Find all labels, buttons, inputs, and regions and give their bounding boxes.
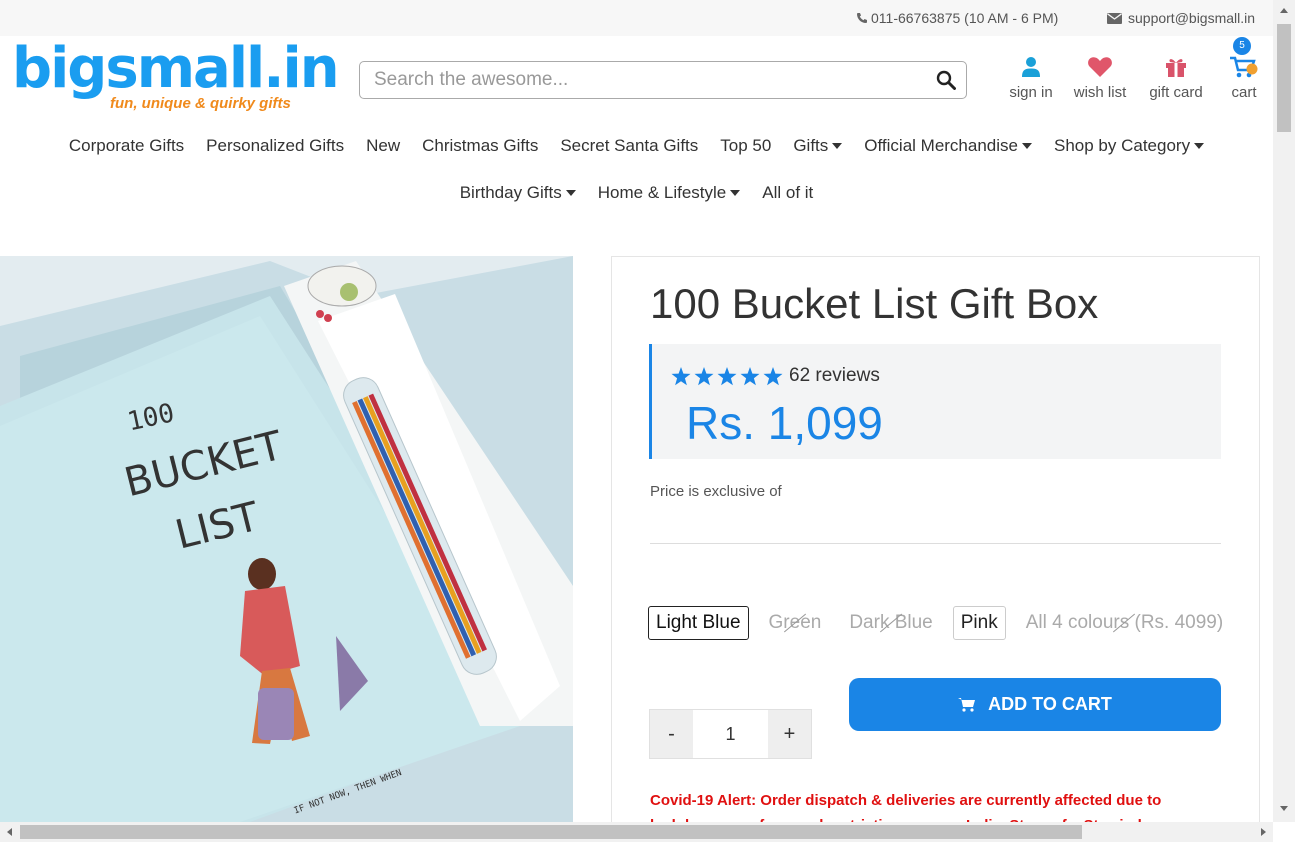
scroll-down-arrow-icon[interactable] — [1280, 806, 1288, 811]
caret-down-icon — [832, 143, 843, 149]
user-icon — [1022, 57, 1040, 77]
variant-option-light-blue[interactable]: Light Blue — [648, 606, 749, 640]
phone-text: 011-66763875 (10 AM - 6 PM) — [871, 10, 1059, 26]
caret-down-icon — [565, 190, 576, 196]
nav-item-official-merchandise[interactable]: Official Merchandise — [864, 136, 1032, 156]
variant-label: Pink — [960, 612, 998, 633]
add-to-cart-label: ADD TO CART — [988, 694, 1112, 714]
quantity-value[interactable]: 1 — [693, 710, 768, 758]
caret-down-icon — [1194, 143, 1205, 149]
nav-item-label: Top 50 — [720, 136, 772, 155]
search-input[interactable] — [374, 69, 926, 91]
variant-option-all-4-colours-rs-4099[interactable]: All 4 colours (Rs. 4099) — [1019, 607, 1230, 639]
caret-down-icon — [730, 190, 741, 196]
add-to-cart-button[interactable]: ADD TO CART — [849, 678, 1221, 731]
variant-option-green[interactable]: Green — [762, 607, 829, 639]
product-image[interactable]: 100 BUCKET LIST IF NOT NOW, THEN WHEN — [0, 256, 573, 822]
scroll-right-arrow-icon[interactable] — [1261, 828, 1266, 836]
nav-item-personalized-gifts[interactable]: Personalized Gifts — [206, 136, 344, 156]
email-contact[interactable]: support@bigsmall.in — [1107, 10, 1255, 26]
gift-card-link[interactable]: gift card — [1145, 52, 1207, 101]
nav-item-label: Christmas Gifts — [422, 136, 539, 155]
logo-tagline: fun, unique & quirky gifts — [110, 95, 291, 112]
product-price: Rs. 1,099 — [686, 397, 883, 449]
wishlist-label: wish list — [1073, 84, 1127, 101]
star-icon — [717, 366, 737, 385]
nav-item-label: Home & Lifestyle — [597, 183, 727, 202]
horizontal-scrollbar[interactable] — [0, 822, 1273, 842]
scroll-left-arrow-icon[interactable] — [7, 828, 12, 836]
nav-item-all-of-it[interactable]: All of it — [762, 183, 813, 203]
nav-item-corporate-gifts[interactable]: Corporate Gifts — [69, 136, 184, 156]
nav-item-label: All of it — [762, 183, 814, 202]
logo-brand: bigsmall.in — [12, 36, 340, 101]
nav-item-birthday-gifts[interactable]: Birthday Gifts — [460, 183, 576, 203]
main-nav-row-1: Corporate Gifts Personalized Gifts New Chri… — [0, 136, 1273, 156]
color-variants: Light Blue Green Dark Blue Pink All 4 colour… — [648, 606, 1237, 640]
price-box: 62 reviews Rs. 1,099 — [649, 344, 1221, 459]
nav-item-label: Personalized Gifts — [206, 136, 345, 155]
phone-contact[interactable]: 011-66763875 (10 AM - 6 PM) — [856, 10, 1058, 26]
email-text: support@bigsmall.in — [1128, 10, 1256, 26]
star-icon — [694, 366, 714, 385]
envelope-icon — [1107, 12, 1122, 24]
nav-item-label: New — [366, 136, 401, 155]
site-logo[interactable]: bigsmall.in fun, unique & quirky gifts — [12, 36, 340, 120]
search-button[interactable] — [926, 62, 966, 98]
caret-down-icon — [1021, 143, 1032, 149]
search-icon — [936, 70, 956, 90]
nav-item-home-lifestyle[interactable]: Home & Lifestyle — [598, 183, 741, 203]
product-photo: 100 BUCKET LIST IF NOT NOW, THEN WHEN — [0, 256, 573, 822]
star-rating — [671, 366, 783, 386]
nav-item-label: Birthday Gifts — [459, 183, 562, 202]
heart-icon — [1088, 57, 1112, 77]
nav-item-top-50[interactable]: Top 50 — [720, 136, 771, 156]
cart-count-badge: 5 — [1233, 37, 1251, 55]
gift-icon — [1166, 59, 1186, 77]
nav-item-label: Shop by Category — [1053, 136, 1191, 155]
wishlist-link[interactable]: wish list — [1071, 52, 1129, 101]
nav-item-label: Corporate Gifts — [68, 136, 185, 155]
search-bar — [359, 61, 967, 99]
price-note: Price is exclusive of — [650, 483, 782, 500]
shopping-cart-icon — [958, 698, 976, 712]
nav-item-christmas-gifts[interactable]: Christmas Gifts — [422, 136, 538, 156]
nav-item-label: Official Merchandise — [864, 136, 1018, 155]
star-icon — [763, 366, 783, 385]
divider — [650, 543, 1221, 544]
nav-item-secret-santa-gifts[interactable]: Secret Santa Gifts — [560, 136, 698, 156]
reviews-count[interactable]: 62 reviews — [789, 365, 880, 387]
top-bar: 011-66763875 (10 AM - 6 PM) support@bigs… — [0, 0, 1273, 36]
cart-label: cart — [1231, 84, 1257, 101]
variant-label: Light Blue — [656, 612, 741, 633]
scroll-up-arrow-icon[interactable] — [1280, 8, 1288, 13]
quantity-decrease-button[interactable]: - — [650, 710, 693, 758]
cart-link[interactable]: cart — [1224, 52, 1264, 101]
variant-option-pink[interactable]: Pink — [952, 606, 1006, 640]
phone-icon — [857, 13, 867, 23]
quantity-increase-button[interactable]: + — [768, 710, 811, 758]
nav-item-gifts[interactable]: Gifts — [793, 136, 843, 156]
nav-item-label: Secret Santa Gifts — [560, 136, 699, 155]
vertical-scrollbar[interactable] — [1273, 0, 1295, 822]
main-nav-row-2: Birthday Gifts Home & Lifestyle All of it — [0, 183, 1273, 203]
cart-icon — [1230, 56, 1258, 78]
rating[interactable]: 62 reviews — [671, 365, 880, 387]
nav-item-new[interactable]: New — [366, 136, 400, 156]
sign-in-link[interactable]: sign in — [1006, 52, 1056, 101]
nav-item-shop-by-category[interactable]: Shop by Category — [1053, 136, 1205, 156]
nav-item-label: Gifts — [793, 136, 829, 155]
star-icon — [671, 366, 691, 385]
product-title: 100 Bucket List Gift Box — [650, 280, 1099, 327]
star-icon — [740, 366, 760, 385]
variant-option-dark-blue[interactable]: Dark Blue — [842, 607, 939, 639]
quantity-stepper: - 1 + — [649, 709, 812, 759]
horizontal-scroll-thumb[interactable] — [20, 825, 1082, 839]
vertical-scroll-thumb[interactable] — [1277, 24, 1291, 132]
gift-card-label: gift card — [1149, 84, 1203, 101]
sign-in-label: sign in — [1009, 84, 1053, 101]
